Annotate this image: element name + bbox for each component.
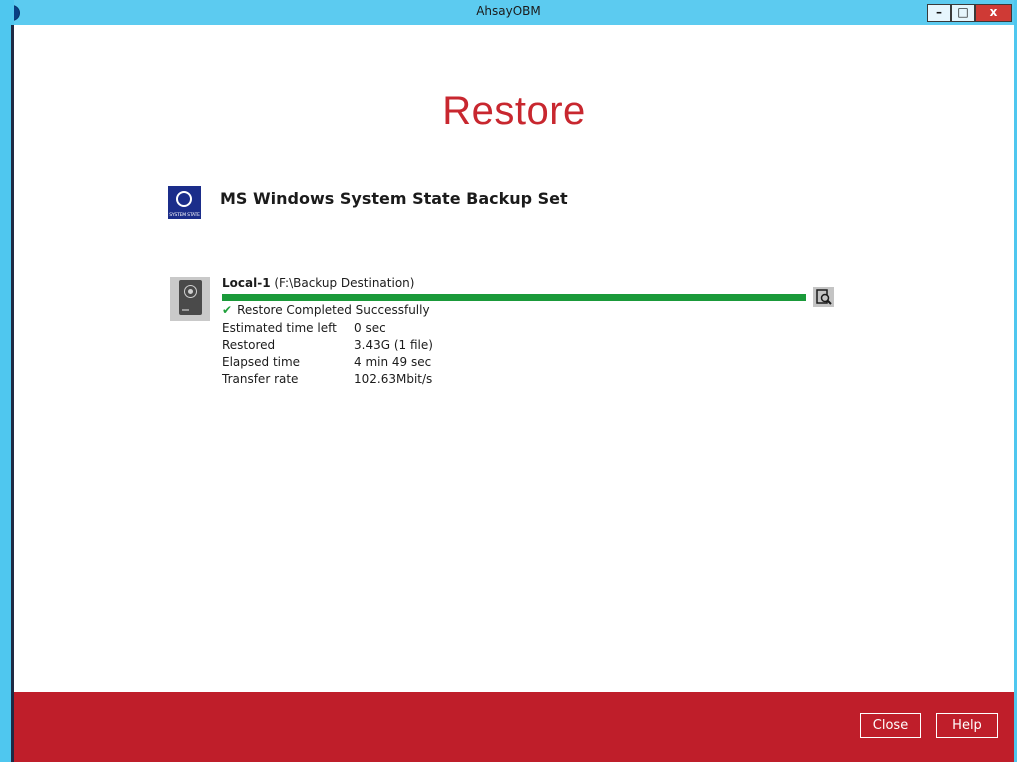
stat-label: Restored: [222, 338, 276, 352]
stat-label: Transfer rate: [222, 372, 299, 386]
stat-value: 4 min 49 sec: [354, 355, 432, 369]
close-window-button[interactable]: x: [975, 4, 1012, 22]
restore-content: Restore SYSTEM STATE MS Windows System S…: [14, 25, 1014, 692]
destination-path: (F:\Backup Destination): [274, 276, 415, 290]
destination-name: Local-1: [222, 276, 271, 290]
status-text: Restore Completed Successfully: [237, 303, 430, 317]
stat-value: 0 sec: [354, 321, 386, 335]
checkmark-icon: ✔: [222, 303, 233, 317]
close-button[interactable]: Close: [860, 713, 921, 738]
stat-label: Elapsed time: [222, 355, 301, 369]
destination-title: Local-1 (F:\Backup Destination): [222, 276, 414, 290]
stat-value: 3.43G (1 file): [354, 338, 433, 352]
page-title: Restore: [442, 89, 586, 133]
restore-progress-bar: [222, 294, 806, 301]
minimize-button[interactable]: –: [927, 4, 951, 22]
hard-disk-icon: [170, 277, 210, 321]
stat-label: Estimated time left: [222, 321, 337, 335]
backup-set-name: MS Windows System State Backup Set: [220, 189, 568, 208]
icon-label: SYSTEM STATE: [169, 213, 200, 218]
maximize-button[interactable]: □: [951, 4, 975, 22]
stat-value: 102.63Mbit/s: [354, 372, 433, 386]
progress-fill: [222, 294, 806, 301]
view-log-icon[interactable]: [813, 287, 834, 307]
help-button[interactable]: Help: [936, 713, 998, 738]
footer-bar: Close Help: [14, 692, 1014, 762]
window-title: AhsayOBM: [476, 4, 541, 18]
windows-system-state-icon: SYSTEM STATE: [168, 186, 201, 219]
restore-status: ✔ Restore Completed Successfully: [222, 303, 430, 317]
title-bar[interactable]: AhsayOBM – □ x: [0, 0, 1017, 25]
app-window: AhsayOBM – □ x Restore SYSTEM STATE MS W…: [0, 0, 1017, 762]
